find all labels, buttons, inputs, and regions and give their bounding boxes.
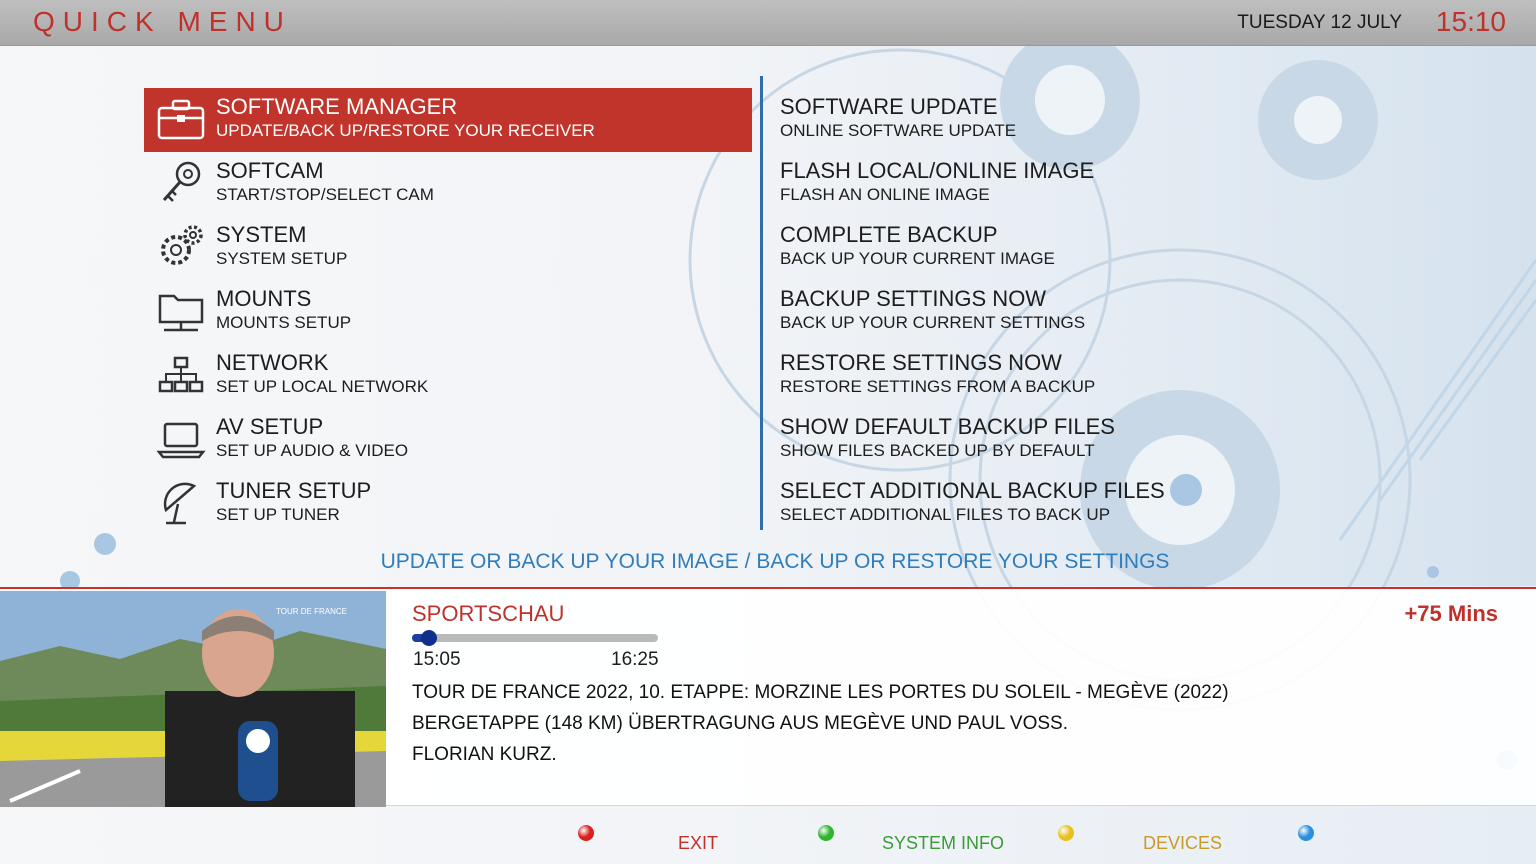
page-title: QUICK MENU [33,6,292,37]
laptop-icon [156,414,206,464]
main-menu: SOFTWARE MANAGER UPDATE/BACK UP/RESTORE … [144,88,752,536]
menu-item-subtitle: MOUNTS SETUP [216,313,352,332]
color-key-bar: EXIT SYSTEM INFO DEVICES [0,808,1536,864]
submenu-item-title: COMPLETE BACKUP [780,222,998,247]
menu-item-subtitle: SYSTEM SETUP [216,249,348,268]
submenu-item-show-default-backup[interactable]: SHOW DEFAULT BACKUP FILES SHOW FILES BAC… [780,408,1340,472]
submenu-item-subtitle: SHOW FILES BACKED UP BY DEFAULT [780,441,1095,460]
channel-name: SPORTSCHAU [412,601,565,626]
now-playing-panel: TOUR DE FRANCE SPORTSCHAU +75 Mins 15:05… [0,587,1536,807]
menu-item-subtitle: SET UP TUNER [216,505,340,524]
top-bar: QUICK MENU TUESDAY 12 JULY 15:10 [0,0,1536,46]
submenu-item-title: FLASH LOCAL/ONLINE IMAGE [780,158,1095,183]
key-icon [156,158,206,208]
menu-item-network[interactable]: NETWORK SET UP LOCAL NETWORK [144,344,752,408]
submenu-item-select-additional-backup[interactable]: SELECT ADDITIONAL BACKUP FILES SELECT AD… [780,472,1340,536]
submenu-item-title: RESTORE SETTINGS NOW [780,350,1062,375]
submenu-item-title: SHOW DEFAULT BACKUP FILES [780,414,1115,439]
menu-item-subtitle: SET UP AUDIO & VIDEO [216,441,409,460]
menu-item-title: AV SETUP [216,414,324,439]
menu-item-software-manager[interactable]: SOFTWARE MANAGER UPDATE/BACK UP/RESTORE … [144,88,752,152]
menu-item-system[interactable]: SYSTEM SYSTEM SETUP [144,216,752,280]
submenu-item-software-update[interactable]: SOFTWARE UPDATE ONLINE SOFTWARE UPDATE [780,88,1340,152]
exit-label: EXIT [678,833,719,853]
epg-description: TOUR DE FRANCE 2022, 10. ETAPPE: MORZINE… [412,677,1412,770]
submenu-item-restore-settings[interactable]: RESTORE SETTINGS NOW RESTORE SETTINGS FR… [780,344,1340,408]
clock: 15:10 [1435,6,1506,37]
program-progress-bar [412,630,658,646]
epg-line: TOUR DE FRANCE 2022, 10. ETAPPE: MORZINE… [412,682,1229,703]
menu-item-title: SOFTCAM [216,158,324,183]
menu-item-mounts[interactable]: MOUNTS MOUNTS SETUP [144,280,752,344]
network-folder-icon [156,286,206,336]
date-label: TUESDAY 12 JULY [1237,12,1402,33]
progress-knob [420,630,437,646]
menu-item-av-setup[interactable]: AV SETUP SET UP AUDIO & VIDEO [144,408,752,472]
menu-divider [760,76,763,530]
yellow-dot-icon [1058,825,1074,841]
epg-line: FLORIAN KURZ. [412,744,557,765]
menu-item-title: MOUNTS [216,286,312,311]
preview-overlay-text: TOUR DE FRANCE [276,607,347,616]
devices-label: DEVICES [1143,833,1223,853]
red-dot-icon [578,825,594,841]
preview-image [0,591,386,807]
menu-item-title: NETWORK [216,350,329,375]
toolbox-icon [156,94,206,144]
submenu: SOFTWARE UPDATE ONLINE SOFTWARE UPDATE F… [780,88,1340,536]
menu-item-subtitle: UPDATE/BACK UP/RESTORE YOUR RECEIVER [216,121,595,140]
submenu-item-title: SOFTWARE UPDATE [780,94,998,119]
program-end-time: 16:25 [611,649,659,670]
submenu-item-title: SELECT ADDITIONAL BACKUP FILES [780,478,1165,503]
submenu-item-subtitle: BACK UP YOUR CURRENT SETTINGS [780,313,1086,332]
submenu-item-backup-settings[interactable]: BACKUP SETTINGS NOW BACK UP YOUR CURRENT… [780,280,1340,344]
submenu-item-flash-image[interactable]: FLASH LOCAL/ONLINE IMAGE FLASH AN ONLINE… [780,152,1340,216]
blue-dot-icon [1298,825,1314,841]
submenu-item-complete-backup[interactable]: COMPLETE BACKUP BACK UP YOUR CURRENT IMA… [780,216,1340,280]
tv-preview[interactable]: TOUR DE FRANCE [0,591,386,807]
satellite-dish-icon [156,478,206,528]
submenu-item-title: BACKUP SETTINGS NOW [780,286,1047,311]
submenu-item-subtitle: FLASH AN ONLINE IMAGE [780,185,990,204]
submenu-item-subtitle: RESTORE SETTINGS FROM A BACKUP [780,377,1096,396]
submenu-item-subtitle: ONLINE SOFTWARE UPDATE [780,121,1017,140]
menu-item-subtitle: SET UP LOCAL NETWORK [216,377,429,396]
green-dot-icon [818,825,834,841]
program-start-time: 15:05 [413,649,461,670]
epg-line: BERGETAPPE (148 KM) ÜBERTRAGUNG AUS MEGÈ… [412,713,1069,734]
network-icon [156,350,206,400]
menu-item-softcam[interactable]: SOFTCAM START/STOP/SELECT CAM [144,152,752,216]
gears-icon [156,222,206,272]
system-info-label: SYSTEM INFO [882,833,1005,853]
remaining-time: +75 Mins [1404,601,1498,626]
menu-item-title: TUNER SETUP [216,478,372,503]
submenu-item-subtitle: SELECT ADDITIONAL FILES TO BACK UP [780,505,1111,524]
menu-item-title: SYSTEM [216,222,307,247]
menu-item-title: SOFTWARE MANAGER [216,94,458,119]
submenu-item-subtitle: BACK UP YOUR CURRENT IMAGE [780,249,1055,268]
menu-description: UPDATE OR BACK UP YOUR IMAGE / BACK UP O… [380,550,1170,573]
menu-item-tuner-setup[interactable]: TUNER SETUP SET UP TUNER [144,472,752,536]
menu-item-subtitle: START/STOP/SELECT CAM [216,185,434,204]
